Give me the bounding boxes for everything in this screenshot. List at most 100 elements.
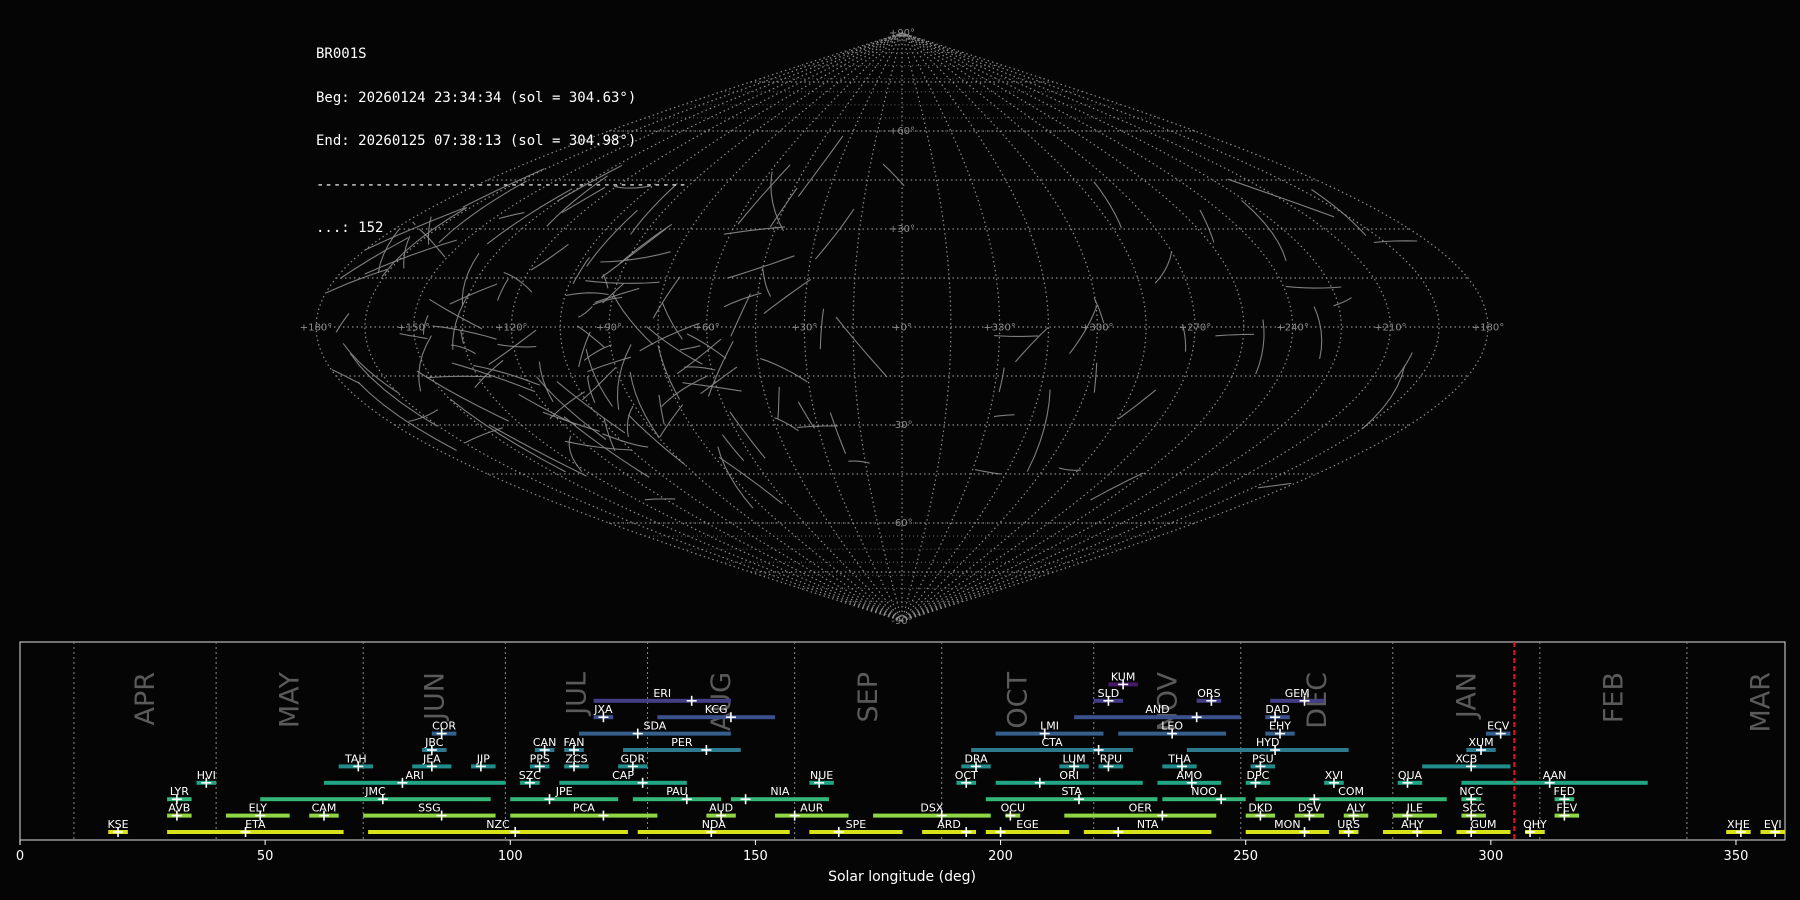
meteor-track bbox=[1241, 199, 1287, 261]
shower-code-label: STA bbox=[1061, 785, 1082, 798]
meteor-track bbox=[450, 344, 476, 355]
meteor-track bbox=[335, 313, 350, 333]
detection-info: BR001S Beg: 20260124 23:34:34 (sol = 304… bbox=[316, 18, 687, 250]
shower-code-label: NTA bbox=[1137, 818, 1159, 831]
meteor-track bbox=[488, 424, 587, 477]
meteor-track bbox=[814, 208, 855, 260]
shower-code-label: ORS bbox=[1197, 687, 1220, 700]
meteor-track bbox=[432, 325, 497, 340]
shower-code-label: SDA bbox=[644, 720, 667, 733]
shower-code-label: TAH bbox=[344, 752, 367, 765]
month-label: MAR bbox=[1745, 672, 1776, 733]
meteor-track bbox=[718, 456, 783, 505]
x-tick-label: 100 bbox=[498, 849, 523, 864]
meteor-track bbox=[626, 405, 634, 438]
meteor-track bbox=[578, 331, 591, 368]
meteor-track bbox=[326, 268, 388, 294]
shower-code-label: SSG bbox=[418, 802, 441, 815]
month-label: OCT bbox=[1003, 672, 1034, 729]
shower-code-label: OHY bbox=[1523, 818, 1547, 831]
shower-code-label: LYR bbox=[170, 785, 189, 798]
shower-code-label: PPS bbox=[530, 752, 550, 765]
shower-code-label: ORI bbox=[1059, 769, 1079, 782]
meteor-track bbox=[1285, 285, 1342, 289]
meteor-track bbox=[418, 335, 432, 392]
meteor-track bbox=[616, 344, 632, 410]
meteor-track bbox=[762, 267, 772, 297]
shower-code-label: AUR bbox=[800, 802, 824, 815]
meteor-track bbox=[676, 338, 722, 375]
meteor-track bbox=[556, 381, 626, 434]
shower-code-label: JMC bbox=[364, 785, 386, 798]
shower-code-label: KCG bbox=[705, 703, 728, 716]
x-tick-label: 250 bbox=[1233, 849, 1258, 864]
shower-code-label: THA bbox=[1167, 752, 1191, 765]
month-label: MAY bbox=[275, 672, 306, 729]
station-id: BR001S bbox=[316, 46, 367, 62]
meteor-track bbox=[829, 412, 847, 455]
meteor-track bbox=[342, 343, 400, 395]
x-tick-label: 300 bbox=[1478, 849, 1503, 864]
meteor-track bbox=[974, 469, 1001, 475]
meteor-track bbox=[496, 278, 509, 301]
meteor-track bbox=[994, 335, 1039, 337]
longitude-label: +150° bbox=[397, 323, 429, 334]
month-label: JUN bbox=[419, 672, 450, 722]
meteor-track bbox=[1257, 482, 1292, 489]
meteor-track bbox=[568, 435, 583, 473]
meteor-track bbox=[602, 273, 609, 289]
latitude-label: -90° bbox=[891, 616, 912, 627]
meteor-track bbox=[737, 164, 791, 225]
shower-code-label: AND bbox=[1145, 703, 1169, 716]
shower-code-label: JLE bbox=[1406, 802, 1423, 815]
meteor-track bbox=[357, 381, 457, 451]
meteor-track bbox=[1199, 209, 1215, 243]
shower-code-label: ECV bbox=[1487, 720, 1510, 733]
shower-code-label: ERI bbox=[653, 687, 671, 700]
meteor-track bbox=[1090, 472, 1144, 501]
shower-code-label: COR bbox=[432, 720, 456, 733]
meteor-track bbox=[661, 375, 709, 407]
meteor-track bbox=[1058, 467, 1081, 471]
meteor-track bbox=[600, 251, 671, 263]
meteor-track bbox=[644, 498, 676, 501]
meteor-track bbox=[603, 417, 616, 451]
meteor-track bbox=[993, 414, 1015, 418]
longitude-label: +270° bbox=[1179, 323, 1211, 334]
month-label: JUL bbox=[561, 672, 592, 717]
meteor-track bbox=[882, 163, 905, 187]
shower-code-label: ARI bbox=[405, 769, 423, 782]
meteor-track bbox=[473, 364, 540, 386]
shower-code-label: NZC bbox=[486, 818, 510, 831]
month-label: FEB bbox=[1598, 672, 1629, 723]
meteor-track bbox=[1026, 389, 1051, 472]
shower-code-label: SPE bbox=[846, 818, 867, 831]
shower-code-label: JPE bbox=[555, 785, 573, 798]
meteor-track bbox=[760, 357, 808, 383]
shower-code-label: EGE bbox=[1016, 818, 1038, 831]
meteor-track bbox=[1093, 362, 1098, 393]
meteor-track bbox=[658, 394, 665, 425]
longitude-label: +90° bbox=[596, 323, 622, 334]
meteor-track bbox=[797, 135, 844, 197]
month-label: APR bbox=[130, 672, 161, 726]
month-label: SEP bbox=[853, 672, 884, 722]
meteor-track bbox=[1313, 306, 1323, 359]
plot-frame bbox=[19, 641, 1786, 841]
x-tick-label: 0 bbox=[16, 849, 24, 864]
meridian-line bbox=[803, 32, 903, 622]
shower-code-label: GUM bbox=[1470, 818, 1496, 831]
shower-timeline-chart: APR MAY JUN JUL AUG SEP OCT NOV DEC JAN FEB MAR KUM… bbox=[16, 641, 1786, 885]
shower-code-label: FEV bbox=[1556, 802, 1577, 815]
shower-code-label: CAM bbox=[312, 802, 337, 815]
latitude-label: -30° bbox=[891, 420, 912, 431]
shower-code-label: SLD bbox=[1098, 687, 1120, 700]
longitude-label: +240° bbox=[1276, 323, 1308, 334]
meteor-track bbox=[427, 375, 492, 379]
shower-code-label: DSV bbox=[1298, 802, 1321, 815]
shower-code-label: XHE bbox=[1727, 818, 1750, 831]
meteor-track bbox=[679, 345, 701, 351]
shower-code-label: LEO bbox=[1161, 720, 1183, 733]
shower-code-label: OCT bbox=[955, 769, 978, 782]
x-axis: 0 50 100 150 200 250 300 350 bbox=[16, 840, 1748, 864]
